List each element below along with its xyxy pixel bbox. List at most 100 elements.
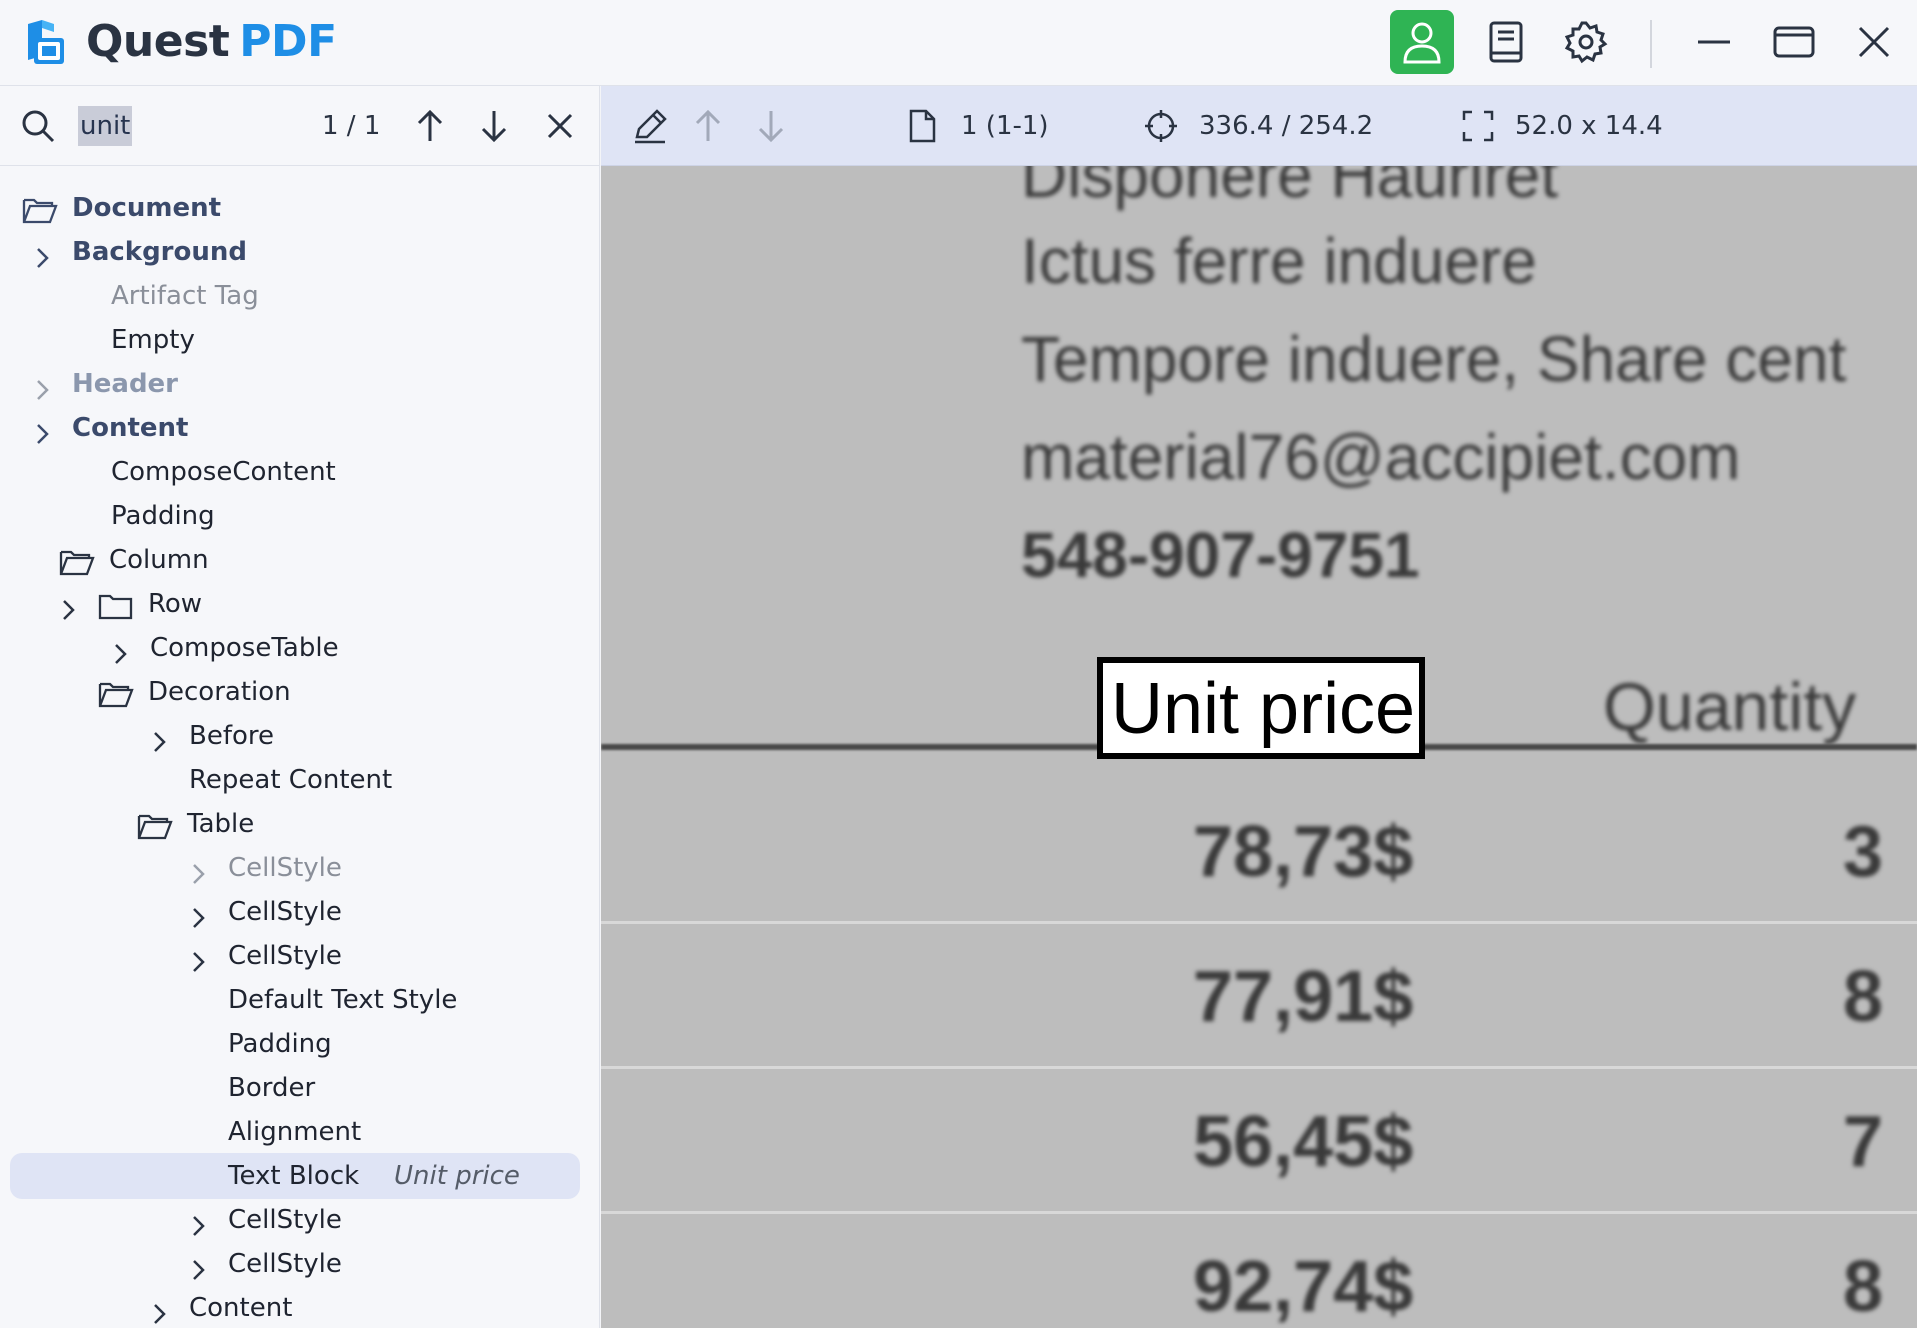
maximize-button[interactable]	[1762, 10, 1826, 74]
tree-item[interactable]: CellStyle	[0, 934, 600, 978]
chevron-right-icon[interactable]	[147, 1296, 171, 1324]
next-match-button[interactable]	[474, 106, 514, 146]
tree-item-label: Default Text Style	[228, 985, 458, 1015]
tree-item-label: Artifact Tag	[111, 281, 259, 311]
tree-item[interactable]: Empty	[0, 318, 600, 362]
minimize-button[interactable]	[1682, 10, 1746, 74]
settings-button[interactable]	[1554, 10, 1618, 74]
tree-item[interactable]: CellStyle	[0, 1242, 600, 1286]
tree-item-label: CellStyle	[228, 1249, 342, 1279]
table-row-divider	[601, 1211, 1917, 1214]
tree-item-label: Column	[109, 545, 209, 575]
tree-item[interactable]: Default Text Style	[0, 978, 600, 1022]
tree-item[interactable]: Decoration	[0, 670, 600, 714]
tree-item[interactable]: Content	[0, 406, 600, 450]
tree-item[interactable]: Column	[0, 538, 600, 582]
tree-item[interactable]: Table	[0, 802, 600, 846]
app-title-part2: PDF	[239, 16, 337, 67]
tree-item[interactable]: CellStyle	[0, 846, 600, 890]
account-button[interactable]	[1390, 10, 1454, 74]
price-cell: 56,45$	[1193, 1102, 1414, 1182]
tree-item[interactable]: Document	[0, 186, 600, 230]
tree-item-label: CellStyle	[228, 853, 342, 883]
search-bar: unit 1 / 1	[0, 86, 600, 166]
document-preview[interactable]: Disponere Hauriret Ictus ferre induere T…	[601, 166, 1917, 1328]
tree-item-label: Text Block	[228, 1161, 360, 1191]
quantity-cell: 8	[1843, 1247, 1884, 1327]
tree-item-label: CellStyle	[228, 1205, 342, 1235]
tree-item[interactable]: Repeat Content	[0, 758, 600, 802]
tree-item[interactable]: Padding	[0, 1022, 600, 1066]
tree-item[interactable]: Before	[0, 714, 600, 758]
tree-item-label: Header	[72, 369, 179, 399]
tree-item[interactable]: Artifact Tag	[0, 274, 600, 318]
doc-line-3: Tempore induere, Share cent	[1021, 323, 1847, 395]
tree-item-label: Padding	[111, 501, 215, 531]
chevron-right-icon[interactable]	[186, 944, 210, 972]
tree-item-label: Background	[72, 237, 247, 267]
chevron-right-icon[interactable]	[30, 372, 54, 400]
arrow-down-icon	[481, 111, 507, 143]
tree-item-label: ComposeContent	[111, 457, 336, 487]
chevron-right-icon[interactable]	[56, 592, 80, 620]
chevron-right-icon[interactable]	[186, 856, 210, 884]
tree-item[interactable]: ComposeTable	[0, 626, 600, 670]
tree-item[interactable]: CellStyle	[0, 1198, 600, 1242]
crosshair-icon	[1145, 110, 1177, 142]
tree-item[interactable]: Padding	[0, 494, 600, 538]
edit-button[interactable]	[631, 106, 669, 146]
title-separator	[1650, 20, 1652, 68]
chevron-right-icon[interactable]	[147, 724, 171, 752]
chevron-right-icon[interactable]	[30, 416, 54, 444]
element-tree: Document Background Artifact Tag Empty Heade…	[0, 186, 600, 1328]
tree-item-label: Document	[72, 193, 222, 223]
tree-item[interactable]: Background	[0, 230, 600, 274]
chevron-right-icon[interactable]	[30, 240, 54, 268]
folder-open-icon	[98, 678, 134, 708]
highlighted-element[interactable]: Unit price	[1097, 657, 1425, 759]
tree-item[interactable]: Content	[0, 1286, 600, 1328]
structure-panel: unit 1 / 1 Document Background Artifact Ta…	[0, 86, 600, 1328]
tree-item[interactable]: Text Block Unit price	[0, 1154, 600, 1198]
book-icon	[1489, 21, 1523, 63]
close-window-button[interactable]	[1842, 10, 1906, 74]
pencil-icon	[635, 109, 667, 144]
tree-item-label: CellStyle	[228, 941, 342, 971]
tree-item-label: Content	[72, 413, 189, 443]
tree-item-label: Empty	[111, 325, 195, 355]
page-value: 1 (1-1)	[961, 111, 1049, 141]
chevron-right-icon[interactable]	[108, 636, 132, 664]
position-indicator: 336.4 / 254.2	[1143, 106, 1373, 146]
tree-item[interactable]: ComposeContent	[0, 450, 600, 494]
tree-item-label: Border	[228, 1073, 316, 1103]
tree-item-label: Decoration	[148, 677, 291, 707]
table-row-divider	[601, 1066, 1917, 1069]
chevron-right-icon[interactable]	[186, 900, 210, 928]
viewer-toolbar: 1 (1-1) 336.4 / 254.2 52.0 x 14.4	[601, 86, 1917, 166]
tree-item[interactable]: Header	[0, 362, 600, 406]
tree-item-label: Padding	[228, 1029, 332, 1059]
chevron-right-icon[interactable]	[186, 1208, 210, 1236]
documentation-button[interactable]	[1474, 10, 1538, 74]
tree-item[interactable]: Alignment	[0, 1110, 600, 1154]
position-value: 336.4 / 254.2	[1199, 111, 1374, 141]
folder-open-icon	[22, 194, 58, 224]
table-row-divider	[601, 921, 1917, 924]
next-element-button[interactable]	[756, 106, 786, 146]
tree-item-content-preview: Unit price	[394, 1161, 520, 1191]
minimize-icon	[1698, 40, 1730, 44]
arrow-up-icon	[417, 109, 443, 141]
tree-item[interactable]: Border	[0, 1066, 600, 1110]
previous-element-button[interactable]	[693, 106, 723, 146]
dimensions-icon	[1462, 110, 1494, 142]
page-icon	[909, 109, 936, 143]
tree-item[interactable]: Row	[0, 582, 600, 626]
clear-search-button[interactable]	[540, 106, 580, 146]
folder-open-icon	[59, 546, 95, 576]
maximize-icon	[1773, 26, 1815, 58]
chevron-right-icon[interactable]	[186, 1252, 210, 1280]
page-indicator: 1 (1-1)	[907, 106, 1049, 146]
previous-match-button[interactable]	[410, 106, 450, 146]
tree-item[interactable]: CellStyle	[0, 890, 600, 934]
gear-icon	[1564, 21, 1608, 64]
